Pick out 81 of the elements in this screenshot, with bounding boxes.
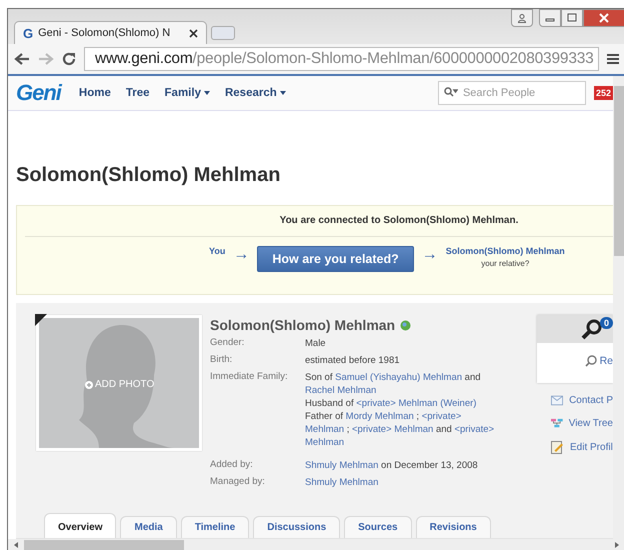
how-related-button[interactable]: How are you related? — [257, 246, 414, 272]
field-label: Birth: — [210, 354, 234, 367]
maximize-icon — [567, 13, 577, 23]
person-link[interactable]: Samuel (Yishayahu) Mehlman — [335, 372, 462, 383]
person-link[interactable]: <private> — [422, 411, 462, 422]
field-text: Father of — [305, 411, 344, 422]
caret-icon[interactable] — [204, 91, 210, 95]
globe-icon — [400, 320, 412, 330]
person-link[interactable]: Shmuly Mehlman — [305, 460, 378, 471]
profile-tab[interactable]: Sources — [344, 516, 412, 538]
arrow: → — [233, 248, 250, 262]
record-search-link[interactable]: Re — [600, 355, 613, 367]
add-photo-link[interactable]: ADD PHOTO — [95, 379, 154, 390]
person-link[interactable]: Rachel Mehlman — [305, 385, 376, 396]
search-field[interactable]: Search People — [438, 81, 586, 105]
field-label: Managed by: — [210, 476, 266, 489]
search-icon — [581, 318, 603, 340]
connection-message: You are connected to Solomon(Shlomo) Mehlman. — [25, 206, 613, 237]
search-icon — [584, 355, 597, 367]
nav-link[interactable]: Family — [164, 87, 201, 99]
tab-title: Geni - Solomon(Shlomo) N — [38, 27, 172, 39]
scroll-right-icon[interactable] — [615, 542, 619, 548]
search-icon — [444, 87, 458, 97]
site-icon: G — [23, 26, 34, 40]
edit-icon — [551, 441, 564, 454]
person-link[interactable]: <private> Mehlman — [352, 424, 434, 435]
profile-tab[interactable]: Overview — [44, 513, 116, 538]
profile-name: Solomon(Shlomo) Mehlman — [210, 317, 396, 333]
action-link[interactable]: Contact P — [569, 395, 613, 406]
menu-icon[interactable] — [607, 53, 619, 65]
logo[interactable]: Geni — [16, 80, 61, 106]
back-icon[interactable] — [14, 52, 30, 66]
relative-caption: your relative? — [481, 259, 530, 268]
caret-icon[interactable] — [280, 91, 286, 95]
action-link[interactable]: Edit Profil — [570, 442, 613, 453]
field-text: Husband of — [305, 398, 355, 409]
field-label: Added by: — [210, 459, 254, 472]
profile-tab[interactable]: Timeline — [180, 516, 250, 538]
profile-tab[interactable]: Revisions — [416, 516, 491, 538]
field-text: Male — [305, 338, 326, 349]
field-text: and — [434, 424, 453, 435]
person-link[interactable]: Mehlman — [305, 437, 344, 448]
user-icon — [517, 13, 527, 23]
field-text: and — [464, 372, 481, 383]
user-button[interactable] — [511, 9, 533, 27]
plus-icon — [85, 380, 93, 388]
person-link[interactable]: Shmuly Mehlman — [305, 477, 378, 488]
maximize-button[interactable] — [561, 9, 583, 27]
reload-icon[interactable] — [62, 52, 76, 66]
minimize-button[interactable] — [539, 9, 561, 27]
address-bar[interactable]: www.geni.com/people/Solomon-Shlomo-Mehlman/6000000002080399333 — [84, 47, 599, 71]
tree-icon — [551, 418, 563, 429]
nav-link[interactable]: Home — [78, 87, 111, 99]
count-badge: 0 — [600, 317, 613, 329]
field-text: Son of — [305, 372, 334, 383]
field-text: ; — [346, 424, 350, 435]
field-label: Immediate Family: — [210, 371, 289, 384]
nav-link[interactable]: Tree — [126, 87, 150, 99]
field-text: estimated before 1981 — [305, 355, 400, 366]
person-link[interactable]: <private> — [454, 424, 494, 435]
you-link[interactable]: You — [209, 246, 226, 256]
close-icon[interactable] — [189, 28, 198, 38]
scroll-left-icon[interactable] — [14, 542, 18, 548]
field-label: Gender: — [210, 337, 246, 350]
envelope-icon — [551, 395, 564, 406]
profile-tab[interactable]: Media — [120, 516, 177, 538]
action-link[interactable]: View Tree — [568, 418, 613, 429]
person-link[interactable]: <private> Mehlman (Weiner) — [356, 398, 476, 409]
page-title: Solomon(Shlomo) Mehlman — [16, 164, 282, 187]
arrow: → — [422, 248, 438, 262]
field-text: on December 13, 2008 — [380, 460, 478, 471]
close-icon — [599, 13, 609, 23]
profile-tab[interactable]: Discussions — [253, 516, 340, 538]
close-window-button[interactable] — [583, 9, 624, 27]
person-link[interactable]: Mehlman — [305, 424, 344, 435]
relative-link[interactable]: Solomon(Shlomo) Mehlman — [446, 246, 565, 256]
nav-link[interactable]: Research — [224, 87, 277, 99]
person-link[interactable]: Mordy Mehlman — [346, 411, 414, 422]
field-text: ; — [415, 411, 420, 422]
notification-badge[interactable]: 252 — [594, 86, 613, 100]
browser-tab[interactable]: G Geni - Solomon(Shlomo) N — [14, 21, 207, 44]
